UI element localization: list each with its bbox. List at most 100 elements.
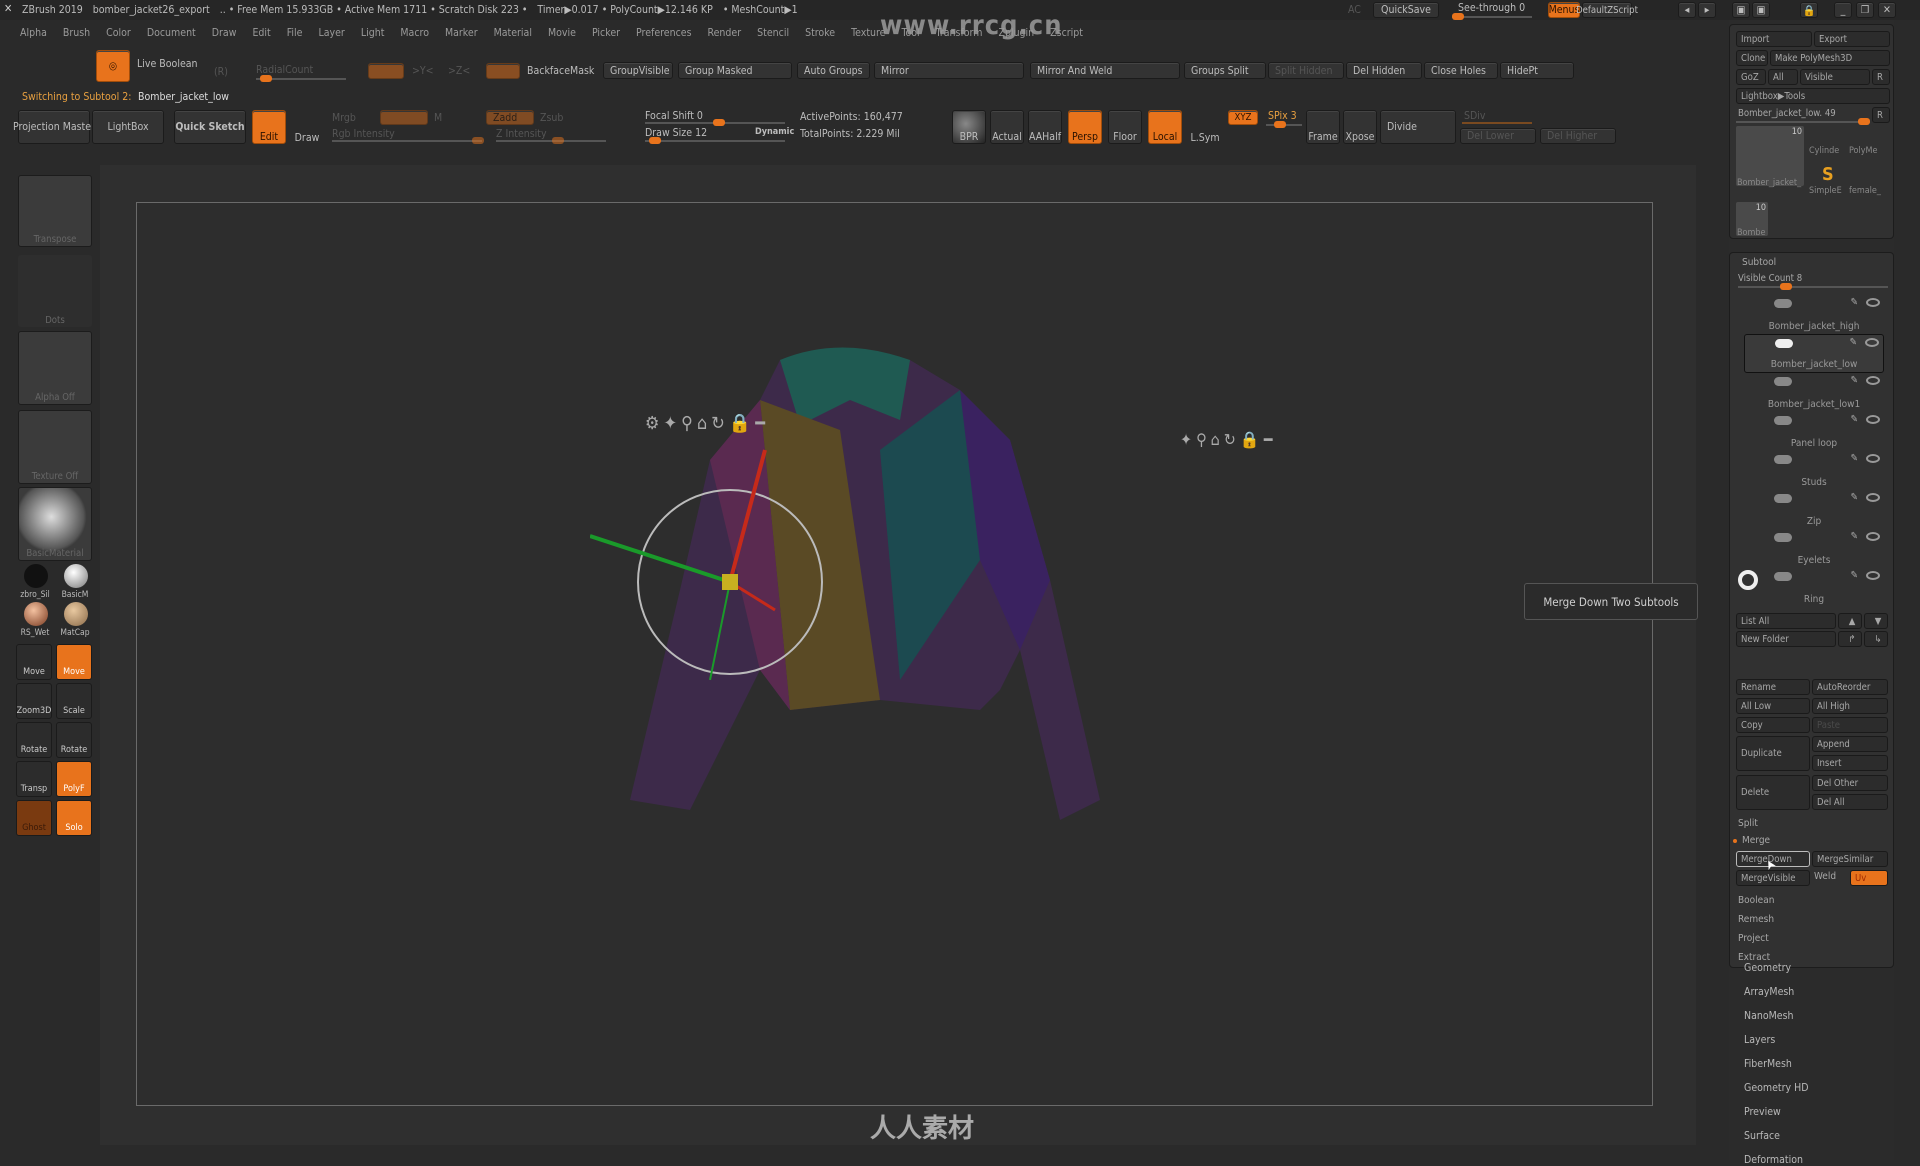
tool-thumbnail[interactable]: female_: [1848, 166, 1888, 196]
menu-arraymesh[interactable]: ArrayMesh: [1744, 986, 1794, 998]
split-hidden-button[interactable]: Split Hidden: [1268, 62, 1344, 79]
tool-thumbnail[interactable]: S SimpleE: [1808, 164, 1848, 196]
new-folder-button[interactable]: New Folder: [1736, 631, 1836, 647]
aahalf-button[interactable]: AAHalf: [1028, 110, 1062, 144]
tool-thumbnail[interactable]: PolyMe: [1848, 126, 1888, 156]
material-swatch[interactable]: zbro_Sil: [16, 564, 54, 600]
focal-shift-slider[interactable]: [645, 119, 785, 126]
subtool-item[interactable]: ✎ Panel loop: [1744, 412, 1884, 451]
z-intensity-slider[interactable]: [496, 137, 606, 144]
auto-groups-button[interactable]: Auto Groups: [797, 62, 870, 79]
material-swatch[interactable]: BasicM: [56, 564, 94, 600]
tool-thumbnail[interactable]: Bombe 10: [1736, 202, 1768, 238]
mirror-and-weld-button[interactable]: Mirror And Weld: [1030, 62, 1180, 79]
folder-arrow-down-icon[interactable]: ↳: [1864, 631, 1888, 647]
del-other-button[interactable]: Del Other: [1812, 775, 1888, 791]
menu-texture[interactable]: Texture: [843, 27, 893, 39]
bpr-button[interactable]: BPR: [952, 110, 986, 144]
menu-document[interactable]: Document: [139, 27, 204, 39]
append-button[interactable]: Append: [1812, 736, 1888, 752]
visible-button[interactable]: Visible: [1800, 69, 1870, 85]
menu-preview[interactable]: Preview: [1744, 1106, 1781, 1118]
quicksave-button[interactable]: QuickSave: [1373, 2, 1439, 18]
split-section[interactable]: Split: [1738, 818, 1758, 829]
polypaint-brush-icon[interactable]: ✎: [1849, 337, 1857, 348]
tool-rotate[interactable]: Rotate: [16, 722, 52, 758]
material-swatch[interactable]: RS_Wet: [16, 602, 54, 638]
menu-file[interactable]: File: [279, 27, 311, 39]
group-visible-button[interactable]: GroupVisible: [603, 62, 673, 79]
stroke-button[interactable]: Dots: [18, 255, 92, 327]
draw-button[interactable]: Draw: [290, 110, 324, 144]
auto-reorder-button[interactable]: AutoReorder: [1812, 679, 1888, 695]
subtool-item[interactable]: ✎ Eyelets: [1744, 529, 1884, 568]
export-button[interactable]: Export: [1814, 31, 1890, 47]
xpose-button[interactable]: Xpose: [1343, 110, 1377, 144]
subtool-title[interactable]: Subtool: [1742, 257, 1776, 268]
menu-deformation[interactable]: Deformation: [1744, 1154, 1803, 1166]
layout-icon[interactable]: ▣: [1732, 2, 1750, 18]
tool-slider[interactable]: [1736, 118, 1870, 125]
visible-count-slider[interactable]: [1738, 283, 1888, 290]
gizmo-toolbar-icons[interactable]: ⚙✦⚲⌂↻🔒━: [645, 413, 769, 434]
tool-ghost[interactable]: Ghost: [16, 800, 52, 836]
visibility-toggle[interactable]: [1774, 494, 1792, 503]
lightbox-button[interactable]: LightBox: [92, 110, 164, 144]
menu-fibermesh[interactable]: FiberMesh: [1744, 1058, 1792, 1070]
material-button[interactable]: BasicMaterial: [18, 487, 92, 561]
lightbox-tools-button[interactable]: Lightbox▶Tools: [1736, 88, 1890, 104]
subsection-boolean[interactable]: Boolean: [1738, 895, 1774, 906]
zadd-button[interactable]: Zadd: [486, 110, 534, 125]
subtool-item[interactable]: ✎ Bomber_jacket_high: [1744, 295, 1884, 334]
lsym-button[interactable]: L.Sym: [1188, 110, 1222, 144]
polypaint-brush-icon[interactable]: ✎: [1850, 453, 1858, 464]
visibility-toggle[interactable]: [1774, 377, 1792, 386]
eye-icon[interactable]: [1866, 298, 1880, 307]
lock-icon[interactable]: 🔒: [1800, 2, 1818, 18]
rgb-intensity-slider[interactable]: [332, 137, 484, 144]
layout-alt-icon[interactable]: ▣: [1752, 2, 1770, 18]
merge-similar-button[interactable]: MergeSimilar: [1812, 851, 1888, 867]
menu-stencil[interactable]: Stencil: [749, 27, 797, 39]
dynamic-toggle[interactable]: Dynamic: [755, 127, 794, 137]
subtool-item[interactable]: ✎ Ring: [1738, 568, 1884, 607]
tool-rotate[interactable]: Rotate: [56, 722, 92, 758]
subsection-project[interactable]: Project: [1738, 933, 1769, 944]
del-higher-button[interactable]: Del Higher: [1540, 128, 1616, 144]
eye-icon[interactable]: [1866, 376, 1880, 385]
groups-split-button[interactable]: Groups Split: [1184, 62, 1266, 79]
menu-alpha[interactable]: Alpha: [12, 27, 55, 39]
restore-icon[interactable]: ❐: [1856, 2, 1874, 18]
menu-preferences[interactable]: Preferences: [628, 27, 700, 39]
menu-picker[interactable]: Picker: [584, 27, 628, 39]
actual-button[interactable]: Actual: [990, 110, 1024, 144]
divide-button[interactable]: Divide: [1380, 110, 1456, 144]
menu-color[interactable]: Color: [98, 27, 139, 39]
eye-icon[interactable]: [1866, 532, 1880, 541]
menu-geometry[interactable]: Geometry: [1744, 962, 1791, 974]
tool-zoom3d[interactable]: Zoom3D: [16, 683, 52, 719]
menu-nanomesh[interactable]: NanoMesh: [1744, 1010, 1794, 1022]
mirror-button[interactable]: Mirror: [874, 62, 1024, 79]
subtool-item[interactable]: ✎ Studs: [1744, 451, 1884, 490]
close-icon[interactable]: ✕: [1878, 2, 1896, 18]
visibility-toggle[interactable]: [1774, 533, 1792, 542]
frame-button[interactable]: Frame: [1306, 110, 1340, 144]
spix-slider[interactable]: [1266, 121, 1302, 128]
transpose-button[interactable]: Transpose: [18, 175, 92, 247]
scroll-left-icon[interactable]: ◂: [1678, 2, 1696, 18]
subtool-item[interactable]: ✎ Zip: [1744, 490, 1884, 529]
del-hidden-button[interactable]: Del Hidden: [1346, 62, 1422, 79]
draw-size-slider[interactable]: [645, 137, 785, 144]
rgb-toggle[interactable]: [380, 110, 428, 125]
r-button[interactable]: R: [1872, 69, 1890, 85]
visibility-toggle[interactable]: [1774, 455, 1792, 464]
visibility-toggle[interactable]: [1774, 572, 1792, 581]
tool-thumbnail[interactable]: Cylinde: [1808, 126, 1848, 156]
edit-button[interactable]: Edit: [252, 110, 286, 144]
goz-button[interactable]: GoZ: [1736, 69, 1766, 85]
tool-scale[interactable]: Scale: [56, 683, 92, 719]
tool-polyf[interactable]: PolyF: [56, 761, 92, 797]
eye-icon[interactable]: [1866, 493, 1880, 502]
tool-move[interactable]: Move: [56, 644, 92, 680]
